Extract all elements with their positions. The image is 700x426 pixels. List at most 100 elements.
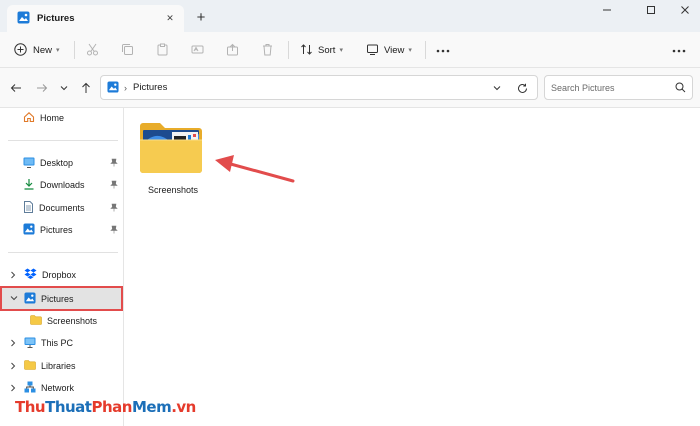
sidebar-item-label: Screenshots <box>47 316 98 326</box>
chevron-down-icon <box>493 86 501 91</box>
arrow-up-icon <box>82 82 90 93</box>
address-bar[interactable]: › Pictures <box>100 75 538 100</box>
sidebar-item-home[interactable]: Home <box>0 108 122 128</box>
search-box[interactable] <box>544 75 693 100</box>
chevron-down-icon: ▾ <box>339 47 343 54</box>
scissors-icon <box>86 43 99 58</box>
pictures-icon <box>17 11 30 26</box>
network-icon <box>24 381 36 395</box>
sidebar-item-pictures[interactable]: Pictures <box>0 286 123 311</box>
pictures-icon <box>24 291 36 306</box>
chevron-right-icon[interactable] <box>8 338 18 348</box>
sidebar-item-label: Home <box>40 113 65 123</box>
sort-icon <box>300 43 313 58</box>
sidebar-item-desktop[interactable]: Desktop <box>0 153 122 173</box>
sidebar-divider <box>8 140 118 141</box>
more-dots-icon <box>436 45 450 55</box>
up-button[interactable] <box>78 80 94 96</box>
desktop-icon <box>23 157 35 170</box>
pictures-icon <box>23 223 35 237</box>
back-button[interactable] <box>8 80 24 96</box>
address-row: › Pictures <box>0 68 700 108</box>
chevron-right-icon: › <box>124 82 127 93</box>
new-button[interactable]: New ▾ <box>14 38 60 62</box>
share-icon <box>226 43 239 58</box>
sidebar-item-dropbox[interactable]: Dropbox <box>0 265 122 285</box>
arrow-right-icon <box>37 84 48 92</box>
new-button-label: New <box>33 44 53 56</box>
tab-pictures[interactable]: Pictures ✕ <box>7 5 184 32</box>
close-tab-icon[interactable]: ✕ <box>163 11 177 25</box>
view-button[interactable]: View ▾ <box>366 38 412 62</box>
sidebar-item-label: Pictures <box>41 293 74 304</box>
sidebar-item-label: Downloads <box>40 180 85 190</box>
command-bar: New ▾ Sort ▾ View ▾ <box>0 32 700 68</box>
forward-button[interactable] <box>34 80 50 96</box>
share-button[interactable] <box>226 38 239 62</box>
view-button-label: View <box>384 44 405 56</box>
sidebar-item-label: Desktop <box>40 158 74 168</box>
pin-icon[interactable] <box>110 158 118 169</box>
details-menu-button[interactable] <box>672 38 686 62</box>
minimize-button[interactable] <box>584 0 630 20</box>
libraries-icon <box>24 360 36 372</box>
sidebar-item-pictures-quick[interactable]: Pictures <box>0 220 122 240</box>
paste-button[interactable] <box>156 38 169 62</box>
folder-icon <box>30 315 42 327</box>
sort-button[interactable]: Sort ▾ <box>300 38 343 62</box>
arrow-left-icon <box>10 84 21 92</box>
sidebar-item-downloads[interactable]: Downloads <box>0 175 122 195</box>
cut-button[interactable] <box>86 38 99 62</box>
sidebar-item-label: Pictures <box>40 225 73 235</box>
rename-button[interactable] <box>191 38 204 62</box>
chevron-right-icon[interactable] <box>8 270 18 280</box>
toolbar-divider <box>74 41 75 59</box>
chevron-down-icon: ▾ <box>56 47 60 54</box>
chevron-down-icon[interactable] <box>9 293 19 303</box>
more-dots-icon <box>672 45 686 55</box>
navigation-pane: Home Desktop Downloads Documents Picture… <box>0 108 124 426</box>
search-icon <box>675 82 686 95</box>
view-icon <box>366 43 379 58</box>
sort-button-label: Sort <box>318 44 336 56</box>
sidebar-item-this-pc[interactable]: This PC <box>0 333 122 353</box>
pictures-icon <box>107 80 119 95</box>
delete-button[interactable] <box>261 38 274 62</box>
chevron-down-icon: ▾ <box>408 47 412 54</box>
chevron-right-icon[interactable] <box>8 361 18 371</box>
toolbar-divider <box>288 41 289 59</box>
sidebar-item-label: Dropbox <box>42 270 77 280</box>
folder-screenshots-icon <box>138 123 204 178</box>
see-more-button[interactable] <box>436 38 450 62</box>
copy-icon <box>121 43 134 58</box>
sidebar-item-screenshots[interactable]: Screenshots <box>0 311 122 331</box>
plus-circle-icon <box>14 42 27 58</box>
download-icon <box>23 178 35 192</box>
copy-button[interactable] <box>121 38 134 62</box>
refresh-button[interactable] <box>515 81 529 95</box>
close-window-button[interactable] <box>662 0 700 20</box>
sidebar-item-libraries[interactable]: Libraries <box>0 356 122 376</box>
chevron-right-icon[interactable] <box>8 383 18 393</box>
recent-locations-button[interactable] <box>56 80 72 96</box>
sidebar-item-label: Network <box>41 383 75 393</box>
chevron-down-icon <box>60 86 68 91</box>
home-icon <box>23 111 35 125</box>
sidebar-divider <box>8 252 118 253</box>
tab-title: Pictures <box>37 13 75 24</box>
search-input[interactable] <box>551 82 661 93</box>
pin-icon[interactable] <box>110 180 118 191</box>
document-icon <box>23 201 34 215</box>
sidebar-item-network[interactable]: Network <box>0 378 122 398</box>
refresh-icon <box>517 83 527 93</box>
toolbar-divider <box>425 41 426 59</box>
address-history-button[interactable] <box>491 82 503 94</box>
folder-item-screenshots[interactable]: Screenshots <box>138 120 208 200</box>
breadcrumb-pictures[interactable]: Pictures <box>133 82 167 93</box>
pin-icon[interactable] <box>110 203 118 214</box>
pin-icon[interactable] <box>110 225 118 236</box>
watermark-logo: ThuThuatPhanMem.vn <box>15 398 196 416</box>
new-tab-button[interactable]: + <box>193 9 209 26</box>
title-bar: Pictures ✕ + <box>0 0 700 32</box>
sidebar-item-documents[interactable]: Documents <box>0 198 122 218</box>
